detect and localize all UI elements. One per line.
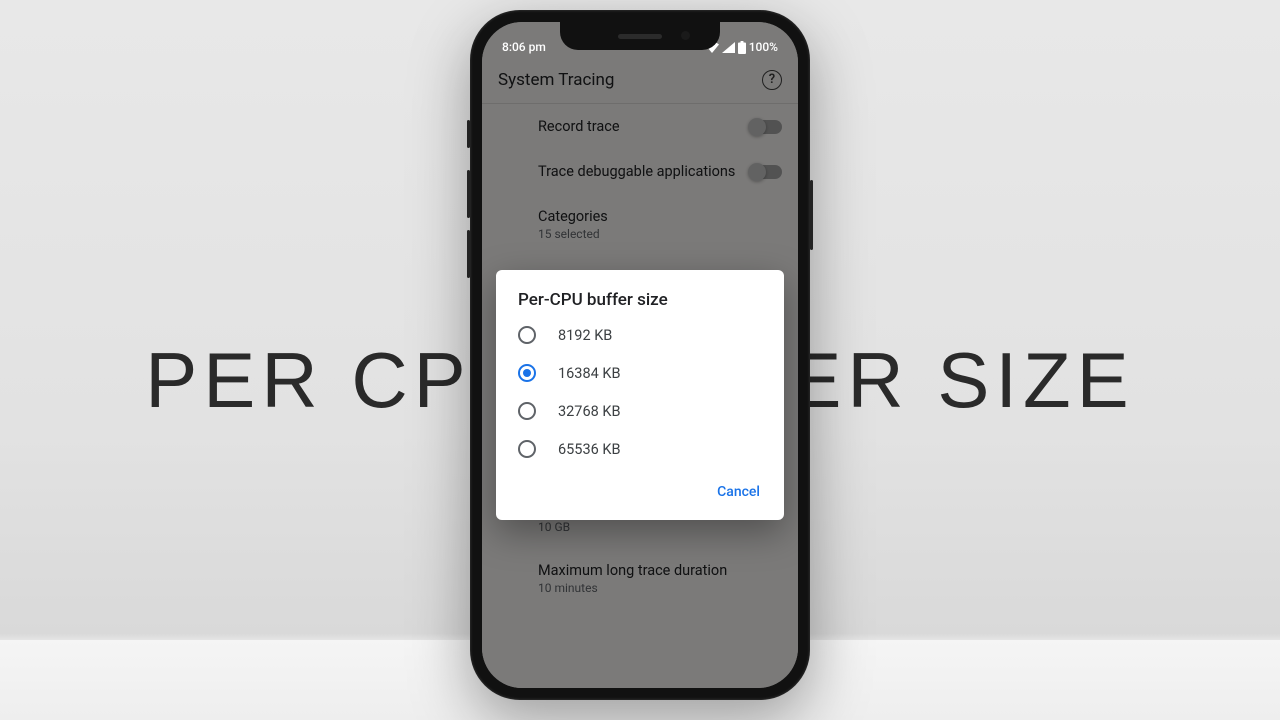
phone-notch [560,22,720,50]
radio-option-16384[interactable]: 16384 KB [496,354,784,392]
radio-icon [518,326,536,344]
buffer-size-dialog: Per-CPU buffer size 8192 KB 16384 KB 327… [496,270,784,520]
phone-screen: 8:06 pm 100% System Tracing ? Record tra… [482,22,798,688]
radio-label: 65536 KB [558,441,620,458]
dialog-actions: Cancel [496,468,784,512]
cancel-button[interactable]: Cancel [707,476,770,508]
dialog-title: Per-CPU buffer size [496,290,784,316]
radio-label: 32768 KB [558,403,620,420]
phone-mockup: 8:06 pm 100% System Tracing ? Record tra… [470,10,810,700]
radio-option-32768[interactable]: 32768 KB [496,392,784,430]
radio-label: 8192 KB [558,327,612,344]
battery-icon [738,41,746,54]
radio-icon [518,402,536,420]
status-time: 8:06 pm [502,40,546,54]
signal-icon [722,42,735,53]
battery-percent: 100% [749,40,778,54]
radio-label: 16384 KB [558,365,620,382]
radio-icon [518,440,536,458]
radio-option-65536[interactable]: 65536 KB [496,430,784,468]
radio-icon [518,364,536,382]
radio-option-8192[interactable]: 8192 KB [496,316,784,354]
